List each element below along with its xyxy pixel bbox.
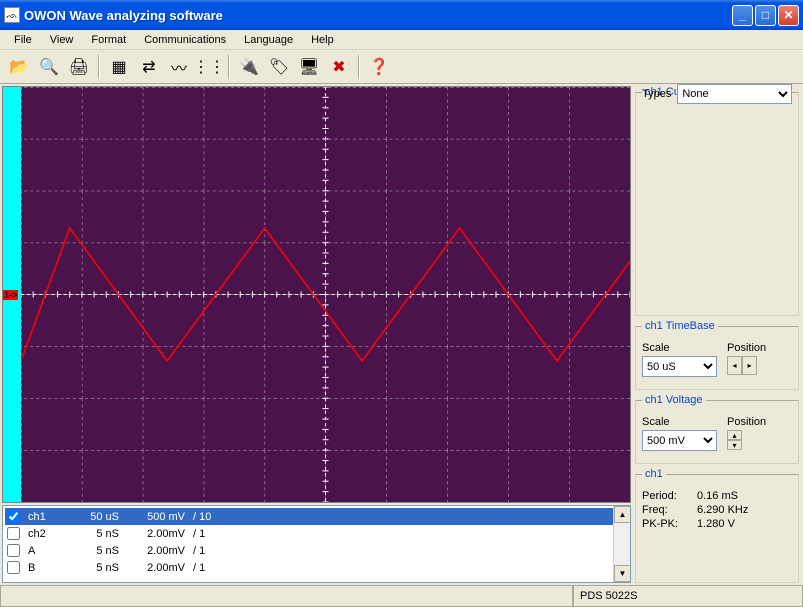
cursor-panel: ch1 Cursor Types None [635,86,799,316]
timebase-legend: ch1 TimeBase [642,320,718,332]
channel-name: ch2 [28,528,68,540]
channel-row[interactable]: A 5 nS 2.00mV / 1 [5,542,628,559]
titlebar: ᨒ OWON Wave analyzing software _ □ ✕ [0,0,803,30]
connect-icon[interactable]: 🔌 [236,54,262,80]
types-label: Types [642,88,671,100]
separator [98,55,100,79]
tb-pos-left-button[interactable]: ◂ [727,356,742,375]
tb-scale-select[interactable]: 50 uS [642,356,717,377]
wave-icon[interactable]: 〰 [166,54,192,80]
voltage-legend: ch1 Voltage [642,394,706,406]
tb-pos-right-button[interactable]: ▸ [742,356,757,375]
timebase-panel: ch1 TimeBase Scale 50 uS Position ◂ ▸ [635,320,799,390]
scope-grid [21,87,630,502]
open-icon[interactable]: 📂 [6,54,32,80]
stop-icon[interactable]: ✖ [326,54,352,80]
channel-checkbox[interactable] [7,561,20,574]
system-icon[interactable]: 🖥 [296,54,322,80]
tag-icon[interactable]: 🏷 [266,54,292,80]
menu-file[interactable]: File [6,32,40,48]
volt-scale-label: Scale [642,416,717,428]
channel-checkbox[interactable] [7,527,20,540]
status-model: PDS 5022S [573,586,803,607]
channel-time: 5 nS [72,545,127,557]
scroll-up-icon[interactable]: ▲ [614,506,631,523]
channel-name: ch1 [28,511,68,523]
period-label: Period: [642,490,697,502]
menu-language[interactable]: Language [236,32,301,48]
channel-checkbox[interactable] [7,510,20,523]
scope-display[interactable]: 1-> [2,86,631,503]
channel-div: / 10 [193,511,233,523]
scrollbar[interactable]: ▲ ▼ [613,506,630,582]
scope-left-margin: 1-> [3,87,21,502]
pkpk-value: 1.280 V [697,518,735,530]
channel-marker: 1-> [3,290,18,300]
menu-format[interactable]: Format [83,32,134,48]
channel-volt: 2.00mV [131,528,189,540]
voltage-panel: ch1 Voltage Scale 500 mV Position ▴ ▾ [635,394,799,464]
print-icon[interactable]: 🖨 [66,54,92,80]
separator [358,55,360,79]
channel-row[interactable]: ch1 50 uS 500 mV / 10 [5,508,628,525]
scroll-down-icon[interactable]: ▼ [614,565,631,582]
volt-scale-select[interactable]: 500 mV [642,430,717,451]
channel-volt: 2.00mV [131,562,189,574]
tb-position-label: Position [727,342,766,354]
grid-icon[interactable]: ▦ [106,54,132,80]
types-select[interactable]: None [677,84,792,104]
channel-name: B [28,562,68,574]
channel-div: / 1 [193,562,233,574]
freq-label: Freq: [642,504,697,516]
menu-view[interactable]: View [42,32,82,48]
menubar: File View Format Communications Language… [0,30,803,50]
toolbar: 📂 🔍 🖨 ▦ ⇄ 〰 ⋮⋮ 🔌 🏷 🖥 ✖ ❓ [0,50,803,84]
help-icon[interactable]: ❓ [366,54,392,80]
pkpk-label: PK-PK: [642,518,697,530]
channel-row[interactable]: B 5 nS 2.00mV / 1 [5,559,628,576]
minimize-button[interactable]: _ [732,5,753,26]
channel-row[interactable]: ch2 5 nS 2.00mV / 1 [5,525,628,542]
stats-legend: ch1 [642,468,666,480]
channel-time: 5 nS [72,528,127,540]
volt-pos-down-button[interactable]: ▾ [727,440,742,450]
channel-time: 50 uS [72,511,127,523]
measure-icon[interactable]: ⇄ [136,54,162,80]
channel-div: / 1 [193,528,233,540]
separator [228,55,230,79]
channel-volt: 500 mV [131,511,189,523]
maximize-button[interactable]: □ [755,5,776,26]
search-icon[interactable]: 🔍 [36,54,62,80]
close-button[interactable]: ✕ [778,5,799,26]
stats-panel: ch1 Period:0.16 mS Freq:6.290 KHz PK-PK:… [635,468,799,583]
channel-div: / 1 [193,545,233,557]
tb-scale-label: Scale [642,342,717,354]
window-title: OWON Wave analyzing software [24,8,732,23]
channel-name: A [28,545,68,557]
channel-checkbox[interactable] [7,544,20,557]
channel-list[interactable]: ch1 50 uS 500 mV / 10 ch2 5 nS 2.00mV / 1 A 5 nS 2… [2,505,631,583]
channel-volt: 2.00mV [131,545,189,557]
freq-value: 6.290 KHz [697,504,748,516]
channel-time: 5 nS [72,562,127,574]
volt-position-label: Position [727,416,766,428]
scatter-icon[interactable]: ⋮⋮ [196,54,222,80]
period-value: 0.16 mS [697,490,738,502]
status-pane [0,586,573,607]
menu-help[interactable]: Help [303,32,342,48]
volt-pos-up-button[interactable]: ▴ [727,430,742,440]
statusbar: PDS 5022S [0,585,803,607]
menu-communications[interactable]: Communications [136,32,234,48]
app-icon: ᨒ [4,7,20,23]
